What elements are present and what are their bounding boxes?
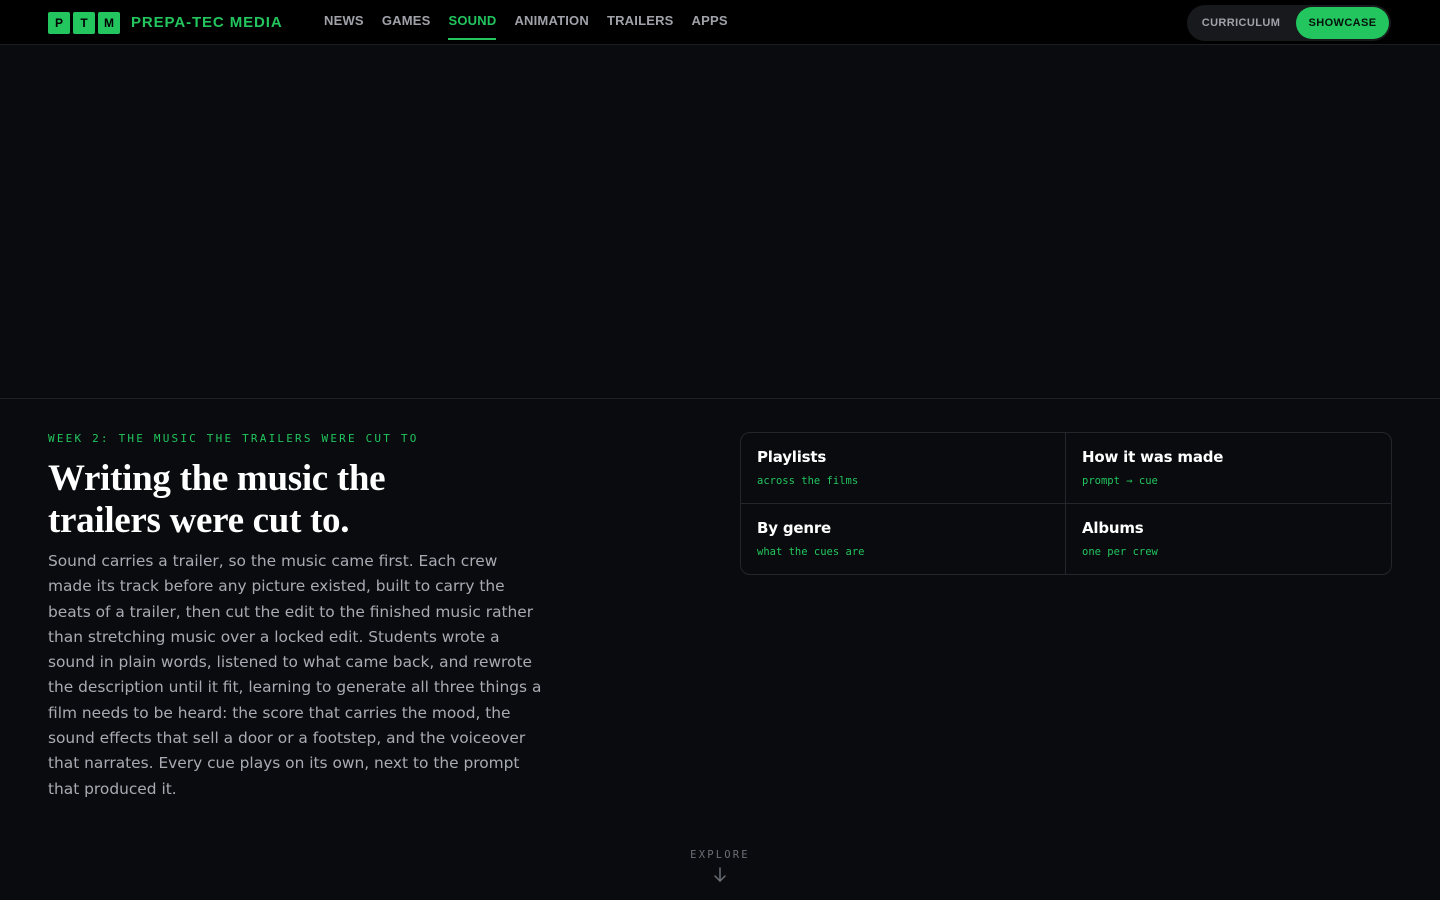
showcase-button[interactable]: SHOWCASE — [1296, 7, 1389, 39]
main-nav: NEWS GAMES SOUND ANIMATION TRAILERS APPS — [324, 0, 746, 45]
nav-games[interactable]: GAMES — [382, 0, 431, 45]
curriculum-button[interactable]: CURRICULUM — [1191, 7, 1291, 39]
brand-name: PREPA-TEC MEDIA — [131, 14, 283, 31]
section-cards: Playlists across the films How it was ma… — [740, 432, 1392, 575]
card-subtitle: across the films — [757, 475, 859, 487]
hero-media-area — [0, 46, 1440, 399]
site-logo[interactable]: P T M PREPA-TEC MEDIA — [48, 11, 283, 34]
explore-button[interactable]: EXPLORE — [620, 849, 820, 884]
card-title: Albums — [1082, 518, 1144, 537]
card-subtitle: one per crew — [1082, 545, 1158, 558]
page-title: Writing the music the trailers were cut … — [48, 458, 386, 541]
logo-tile-t: T — [73, 11, 95, 34]
nav-apps[interactable]: APPS — [692, 0, 728, 45]
nav-animation[interactable]: ANIMATION — [514, 0, 589, 45]
logo-tile-m: M — [98, 11, 120, 34]
card-title: How it was made — [1082, 448, 1224, 466]
card-title: By genre — [757, 518, 831, 537]
nav-trailers[interactable]: TRAILERS — [607, 0, 674, 45]
card-subtitle: what the cues are — [757, 545, 865, 558]
card-albums[interactable]: Albums one per crew — [1066, 504, 1391, 575]
arrow-down-icon — [714, 867, 726, 882]
top-nav: P T M PREPA-TEC MEDIA NEWS GAMES SOUND A… — [0, 0, 1440, 45]
explore-label: EXPLORE — [690, 849, 750, 861]
card-by-genre[interactable]: By genre what the cues are — [741, 503, 1066, 574]
mode-toggle: CURRICULUM SHOWCASE — [1187, 5, 1391, 41]
card-title: Playlists — [757, 448, 827, 466]
nav-news[interactable]: NEWS — [324, 0, 364, 45]
card-playlists[interactable]: Playlists across the films — [741, 433, 1066, 504]
logo-tile-p: P — [48, 11, 70, 34]
card-how-it-was-made[interactable]: How it was made prompt → cue — [1066, 433, 1391, 504]
section-eyebrow: WEEK 2: THE MUSIC THE TRAILERS WERE CUT … — [48, 432, 419, 445]
card-subtitle: prompt → cue — [1082, 475, 1158, 487]
intro-paragraph: Sound carries a trailer, so the music ca… — [48, 552, 542, 798]
nav-sound[interactable]: SOUND — [448, 0, 497, 45]
